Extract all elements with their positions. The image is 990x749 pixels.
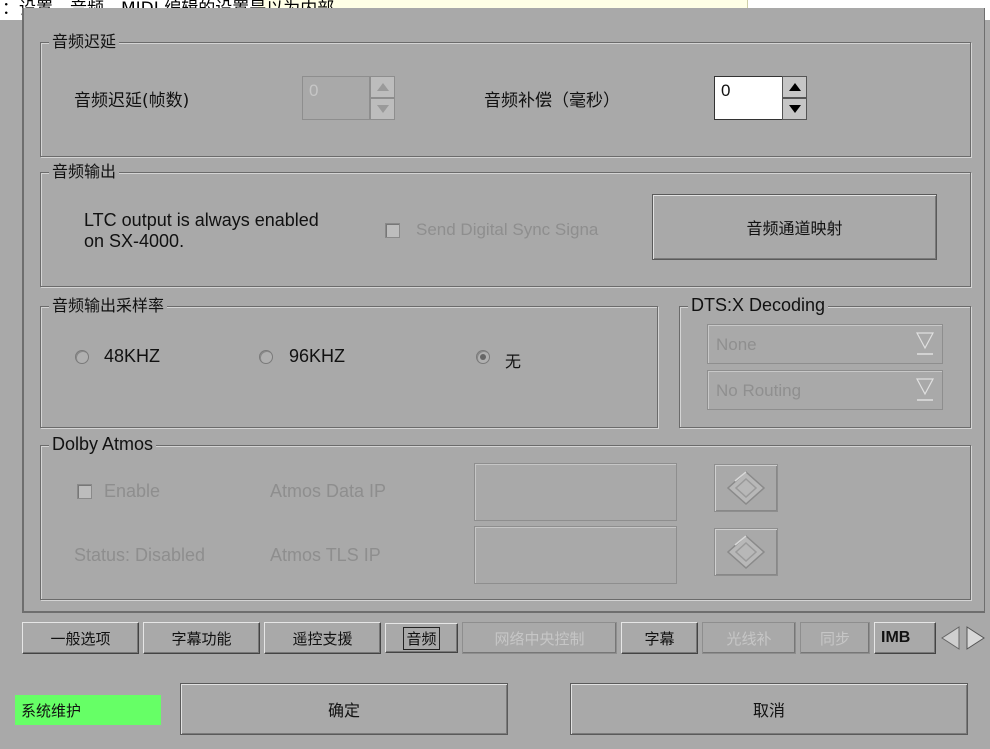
- tab-audio-label: 音频: [403, 626, 440, 650]
- sample-rate-title: 音频输出采样率: [49, 296, 168, 316]
- audio-comp-label: 音频补偿（毫秒）: [484, 91, 620, 111]
- atmos-tls-ip-label: Atmos TLS IP: [270, 545, 381, 565]
- cancel-button[interactable]: 取消: [570, 683, 968, 735]
- ok-button[interactable]: 确定: [180, 683, 508, 735]
- tab-sync[interactable]: 同步: [800, 622, 870, 654]
- dtsx-decoding-value: None: [716, 335, 757, 354]
- atmos-data-ip-field[interactable]: [474, 463, 677, 521]
- cancel-button-label: 取消: [752, 701, 785, 720]
- dtsx-decoding-select[interactable]: None: [707, 324, 943, 364]
- audio-delay-frames-input[interactable]: 0: [302, 76, 370, 120]
- radio-none-label: 无: [505, 352, 522, 371]
- ltc-note-line1: LTC output is always enabled: [84, 210, 319, 230]
- radio-48khz-label: 48KHZ: [104, 346, 161, 366]
- dtsx-routing-value: No Routing: [716, 381, 802, 400]
- tab-network-control-label: 网络中央控制: [494, 629, 585, 648]
- tab-light-comp-label: 光线补: [726, 629, 772, 648]
- tab-next-icon[interactable]: [965, 624, 987, 652]
- audio-comp-stepper[interactable]: [782, 76, 807, 120]
- atmos-status-label: Status: Disabled: [74, 545, 206, 565]
- tab-subtitles[interactable]: 字幕: [621, 622, 698, 654]
- audio-output-title: 音频输出: [49, 162, 120, 182]
- spin-up-icon[interactable]: [370, 76, 395, 98]
- atmos-enable-checkbox[interactable]: [77, 484, 92, 499]
- audio-channel-map-label: 音频通道映射: [746, 219, 843, 238]
- tab-remote-support[interactable]: 遥控支援: [264, 622, 381, 654]
- spin-down-icon[interactable]: [782, 98, 807, 120]
- tab-light-comp[interactable]: 光线补: [702, 622, 796, 654]
- atmos-tls-ip-field[interactable]: [474, 526, 677, 584]
- atmos-data-ip-button[interactable]: [714, 464, 778, 512]
- audio-comp-input[interactable]: 0: [714, 76, 782, 120]
- send-sync-checkbox[interactable]: [385, 223, 400, 238]
- tab-sync-label: 同步: [819, 629, 850, 648]
- radio-48khz[interactable]: [75, 350, 89, 364]
- tab-imb-label: IMB: [881, 629, 911, 646]
- radio-none[interactable]: [476, 350, 490, 364]
- audio-delay-title: 音频迟延: [49, 32, 120, 52]
- audio-channel-map-button[interactable]: 音频通道映射: [652, 194, 937, 260]
- tab-imb[interactable]: IMB: [874, 622, 936, 654]
- maintenance-badge[interactable]: 系统维护: [15, 695, 161, 725]
- spin-down-icon[interactable]: [370, 98, 395, 120]
- tab-subtitles-label: 字幕: [644, 629, 675, 648]
- radio-96khz-label: 96KHZ: [289, 346, 346, 366]
- tab-remote-support-label: 遥控支援: [292, 629, 353, 648]
- atmos-enable-label: Enable: [104, 481, 161, 501]
- ltc-note-line2: on SX-4000.: [84, 231, 185, 251]
- atmos-data-ip-label: Atmos Data IP: [270, 481, 387, 501]
- select-arrow-icon: [916, 378, 934, 401]
- tab-network-control[interactable]: 网络中央控制: [462, 622, 617, 654]
- sample-rate-group: 音频输出采样率: [40, 296, 658, 428]
- dolby-atmos-title: Dolby Atmos: [49, 434, 157, 454]
- audio-delay-frames-label: 音频迟延(帧数): [74, 91, 190, 111]
- diamond-icon: [726, 534, 766, 570]
- select-arrow-icon: [916, 332, 934, 355]
- radio-96khz[interactable]: [259, 350, 273, 364]
- dtsx-routing-select[interactable]: No Routing: [707, 370, 943, 410]
- ok-button-label: 确定: [327, 701, 360, 720]
- diamond-icon: [726, 470, 766, 506]
- spin-up-icon[interactable]: [782, 76, 807, 98]
- tab-prev-icon[interactable]: [939, 624, 961, 652]
- atmos-tls-ip-button[interactable]: [714, 528, 778, 576]
- tab-subtitle-features-label: 字幕功能: [171, 629, 232, 648]
- send-sync-label: Send Digital Sync Signa: [416, 220, 599, 239]
- tab-general-label: 一般选项: [50, 629, 111, 648]
- tab-audio[interactable]: 音频: [385, 623, 458, 653]
- ltc-note: LTC output is always enabled on SX-4000.: [84, 210, 319, 252]
- tab-subtitle-features[interactable]: 字幕功能: [143, 622, 260, 654]
- tab-general[interactable]: 一般选项: [22, 622, 139, 654]
- audio-delay-frames-stepper[interactable]: [370, 76, 395, 120]
- dtsx-title: DTS:X Decoding: [688, 295, 829, 315]
